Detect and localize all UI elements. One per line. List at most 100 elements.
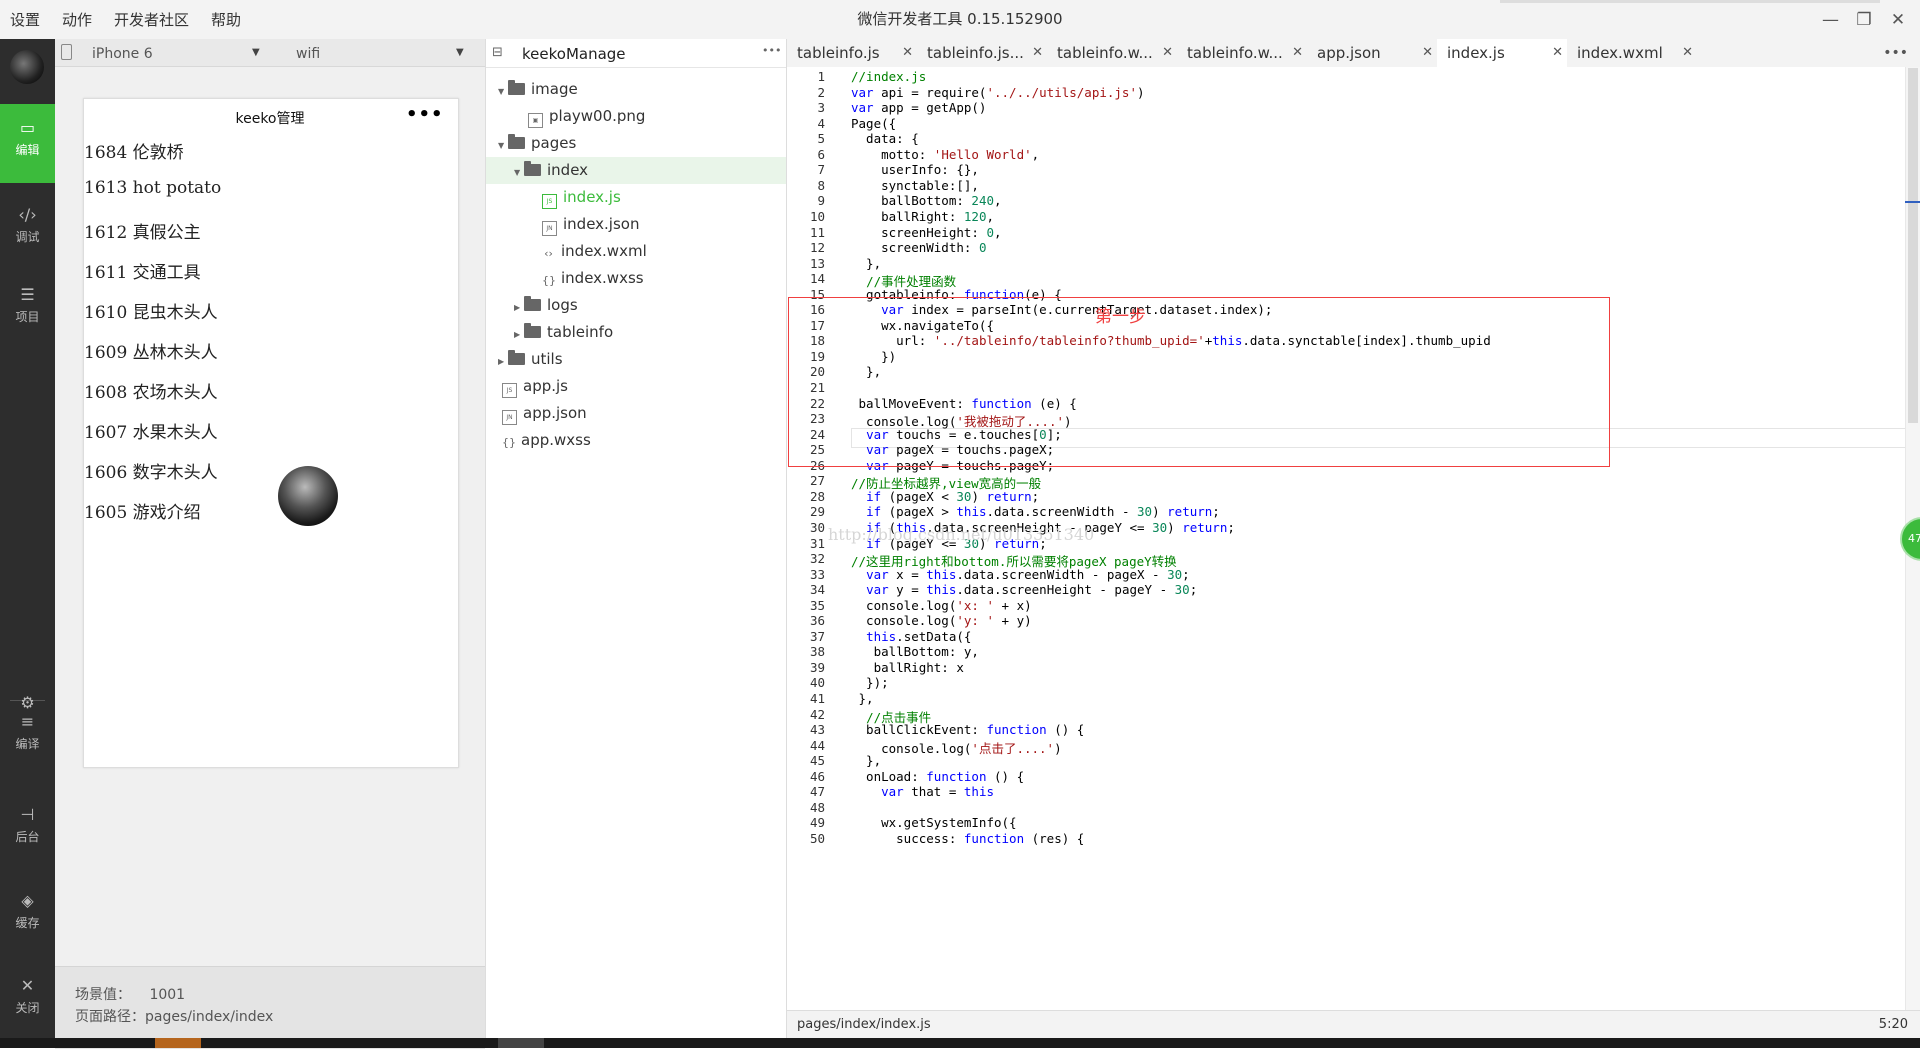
minimize-icon[interactable]: — bbox=[1822, 10, 1839, 30]
window-close-icon[interactable]: ✕ bbox=[1890, 10, 1906, 30]
code-line[interactable]: console.log('点击了....') bbox=[851, 738, 1062, 757]
tree-item-index-json[interactable]: JN index.json bbox=[486, 211, 786, 238]
tab-index-js[interactable]: index.js ✕ bbox=[1437, 39, 1567, 69]
phone-menu-dots[interactable]: ••• bbox=[406, 104, 444, 125]
tab-close-icon[interactable]: ✕ bbox=[1292, 39, 1303, 67]
code-line[interactable]: //index.js bbox=[851, 69, 926, 84]
scrollbar-thumb[interactable] bbox=[1908, 68, 1918, 423]
list-item[interactable]: 1606 数字木头人 bbox=[84, 458, 218, 483]
taskbar-app[interactable] bbox=[155, 1038, 201, 1048]
tree-item-app-js[interactable]: JS app.js bbox=[486, 373, 786, 400]
code-line[interactable]: synctable:[], bbox=[851, 178, 979, 193]
menu-action[interactable]: 动作 bbox=[62, 9, 92, 30]
sidebar-item-compile[interactable]: ⚙ ≡ 编译 bbox=[0, 693, 55, 752]
tree-label: pages bbox=[531, 134, 577, 152]
tree-item-index-wxml[interactable]: ‹› index.wxml bbox=[486, 238, 786, 265]
tree-item-index-wxss[interactable]: {} index.wxss bbox=[486, 265, 786, 292]
user-avatar[interactable] bbox=[10, 50, 44, 84]
list-item[interactable]: 1609 丛林木头人 bbox=[84, 338, 218, 363]
code-line[interactable]: this.setData({ bbox=[851, 629, 971, 644]
floating-ball[interactable] bbox=[278, 466, 338, 526]
tree-item-pages[interactable]: ▼ pages bbox=[486, 130, 786, 157]
code-line[interactable]: if (pageX < 30) return; bbox=[851, 489, 1039, 504]
tab-tableinfo-js[interactable]: tableinfo.js ✕ bbox=[787, 39, 917, 67]
tree-more-icon[interactable]: ••• bbox=[762, 44, 781, 57]
code-line[interactable]: var api = require('../../utils/api.js') bbox=[851, 85, 1145, 100]
list-item[interactable]: 1608 农场木头人 bbox=[84, 378, 218, 403]
list-item[interactable]: 1684 伦敦桥 bbox=[84, 138, 184, 163]
tabs-more-icon[interactable]: ••• bbox=[1883, 39, 1908, 67]
tree-item-index-js[interactable]: JS index.js bbox=[486, 184, 786, 211]
tree-item-tableinfo[interactable]: ▶ tableinfo bbox=[486, 319, 786, 346]
sidebar-item-cache[interactable]: ◈ 缓存 bbox=[0, 891, 55, 931]
tab-close-icon[interactable]: ✕ bbox=[1422, 39, 1433, 67]
code-line[interactable]: }, bbox=[851, 256, 881, 271]
code-line[interactable]: console.log('y: ' + y) bbox=[851, 613, 1032, 628]
sidebar-item-edit[interactable]: ▭ 编辑 bbox=[0, 104, 55, 183]
menu-help[interactable]: 帮助 bbox=[211, 9, 241, 30]
code-line[interactable]: Page({ bbox=[851, 116, 896, 131]
tab-close-icon[interactable]: ✕ bbox=[902, 39, 913, 67]
menu-settings[interactable]: 设置 bbox=[10, 9, 40, 30]
code-line[interactable]: screenHeight: 0, bbox=[851, 225, 1001, 240]
sidebar-item-debug[interactable]: ‹/› 调试 bbox=[0, 205, 55, 245]
tab-label: tableinfo.w... bbox=[1187, 44, 1283, 62]
code-line[interactable]: var app = getApp() bbox=[851, 100, 986, 115]
list-item[interactable]: 1607 水果木头人 bbox=[84, 418, 218, 443]
code-line[interactable]: userInfo: {}, bbox=[851, 162, 979, 177]
tree-item-utils[interactable]: ▶ utils bbox=[486, 346, 786, 373]
tree-item-app-json[interactable]: JN app.json bbox=[486, 400, 786, 427]
code-line[interactable]: }, bbox=[851, 753, 881, 768]
code-line[interactable]: wx.getSystemInfo({ bbox=[851, 815, 1016, 830]
code-line[interactable]: screenWidth: 0 bbox=[851, 240, 986, 255]
sidebar-item-background[interactable]: ⊣ 后台 bbox=[0, 805, 55, 845]
tree-item-logs[interactable]: ▶ logs bbox=[486, 292, 786, 319]
code-line[interactable]: ballClickEvent: function () { bbox=[851, 722, 1084, 737]
tree-item-app-wxss[interactable]: {} app.wxss bbox=[486, 427, 786, 454]
tree-item-image[interactable]: ▼ image bbox=[486, 76, 786, 103]
code-line[interactable]: ballRight: 120, bbox=[851, 209, 994, 224]
tab-close-icon[interactable]: ✕ bbox=[1552, 39, 1563, 67]
taskbar-app[interactable] bbox=[498, 1038, 544, 1048]
code-line[interactable]: ballBottom: 240, bbox=[851, 193, 1001, 208]
code-line[interactable]: }); bbox=[851, 675, 889, 690]
list-item[interactable]: 1613 hot potato bbox=[84, 178, 221, 198]
list-item[interactable]: 1610 昆虫木头人 bbox=[84, 298, 218, 323]
tree-item-playw00[interactable]: ▣ playw00.png bbox=[486, 103, 786, 130]
list-item[interactable]: 1611 交通工具 bbox=[84, 258, 201, 283]
code-line[interactable]: motto: 'Hello World', bbox=[851, 147, 1039, 162]
tab-tableinfo-wxml[interactable]: tableinfo.w... ✕ bbox=[1047, 39, 1177, 67]
tab-close-icon[interactable]: ✕ bbox=[1682, 39, 1693, 67]
line-number: 32 bbox=[809, 551, 825, 566]
code-line[interactable]: if (pageX > this.data.screenWidth - 30) … bbox=[851, 504, 1220, 519]
tab-tableinfo-js-2[interactable]: tableinfo.js... ✕ bbox=[917, 39, 1047, 67]
code-line[interactable]: var x = this.data.screenWidth - pageX - … bbox=[851, 567, 1190, 582]
tab-close-icon[interactable]: ✕ bbox=[1032, 39, 1043, 67]
line-number: 36 bbox=[809, 613, 825, 628]
code-line[interactable]: success: function (res) { bbox=[851, 831, 1084, 846]
maximize-icon[interactable]: ❐ bbox=[1856, 10, 1872, 30]
code-line[interactable]: var y = this.data.screenHeight - pageY -… bbox=[851, 582, 1197, 597]
list-item[interactable]: 1605 游戏介绍 bbox=[84, 498, 201, 523]
code-line[interactable]: console.log('x: ' + x) bbox=[851, 598, 1032, 613]
sidebar-item-close[interactable]: ✕ 关闭 bbox=[0, 976, 55, 1016]
code-line[interactable]: ballRight: x bbox=[851, 660, 964, 675]
tree-item-index-folder[interactable]: ▼ index bbox=[486, 157, 786, 184]
network-select[interactable]: wifi ▼ bbox=[296, 39, 466, 66]
line-number: 46 bbox=[809, 769, 825, 784]
code-line[interactable]: ballBottom: y, bbox=[851, 644, 979, 659]
tab-close-icon[interactable]: ✕ bbox=[1162, 39, 1173, 67]
sidebar-item-project[interactable]: ☰ 项目 bbox=[0, 285, 55, 325]
code-line[interactable]: }, bbox=[851, 691, 874, 706]
code-line[interactable]: onLoad: function () { bbox=[851, 769, 1024, 784]
list-item[interactable]: 1612 真假公主 bbox=[84, 218, 201, 243]
tab-index-wxml[interactable]: index.wxml ✕ bbox=[1567, 39, 1697, 67]
code-line[interactable]: data: { bbox=[851, 131, 919, 146]
tree-toggle-icon[interactable]: ⊟ bbox=[492, 45, 503, 60]
tab-app-json[interactable]: app.json ✕ bbox=[1307, 39, 1437, 67]
tab-label: index.js bbox=[1447, 44, 1505, 62]
tab-tableinfo-wxss[interactable]: tableinfo.w... ✕ bbox=[1177, 39, 1307, 67]
device-select[interactable]: iPhone 6 ▼ bbox=[92, 39, 262, 66]
code-line[interactable]: var that = this bbox=[851, 784, 994, 799]
menu-dev-community[interactable]: 开发者社区 bbox=[114, 9, 189, 30]
